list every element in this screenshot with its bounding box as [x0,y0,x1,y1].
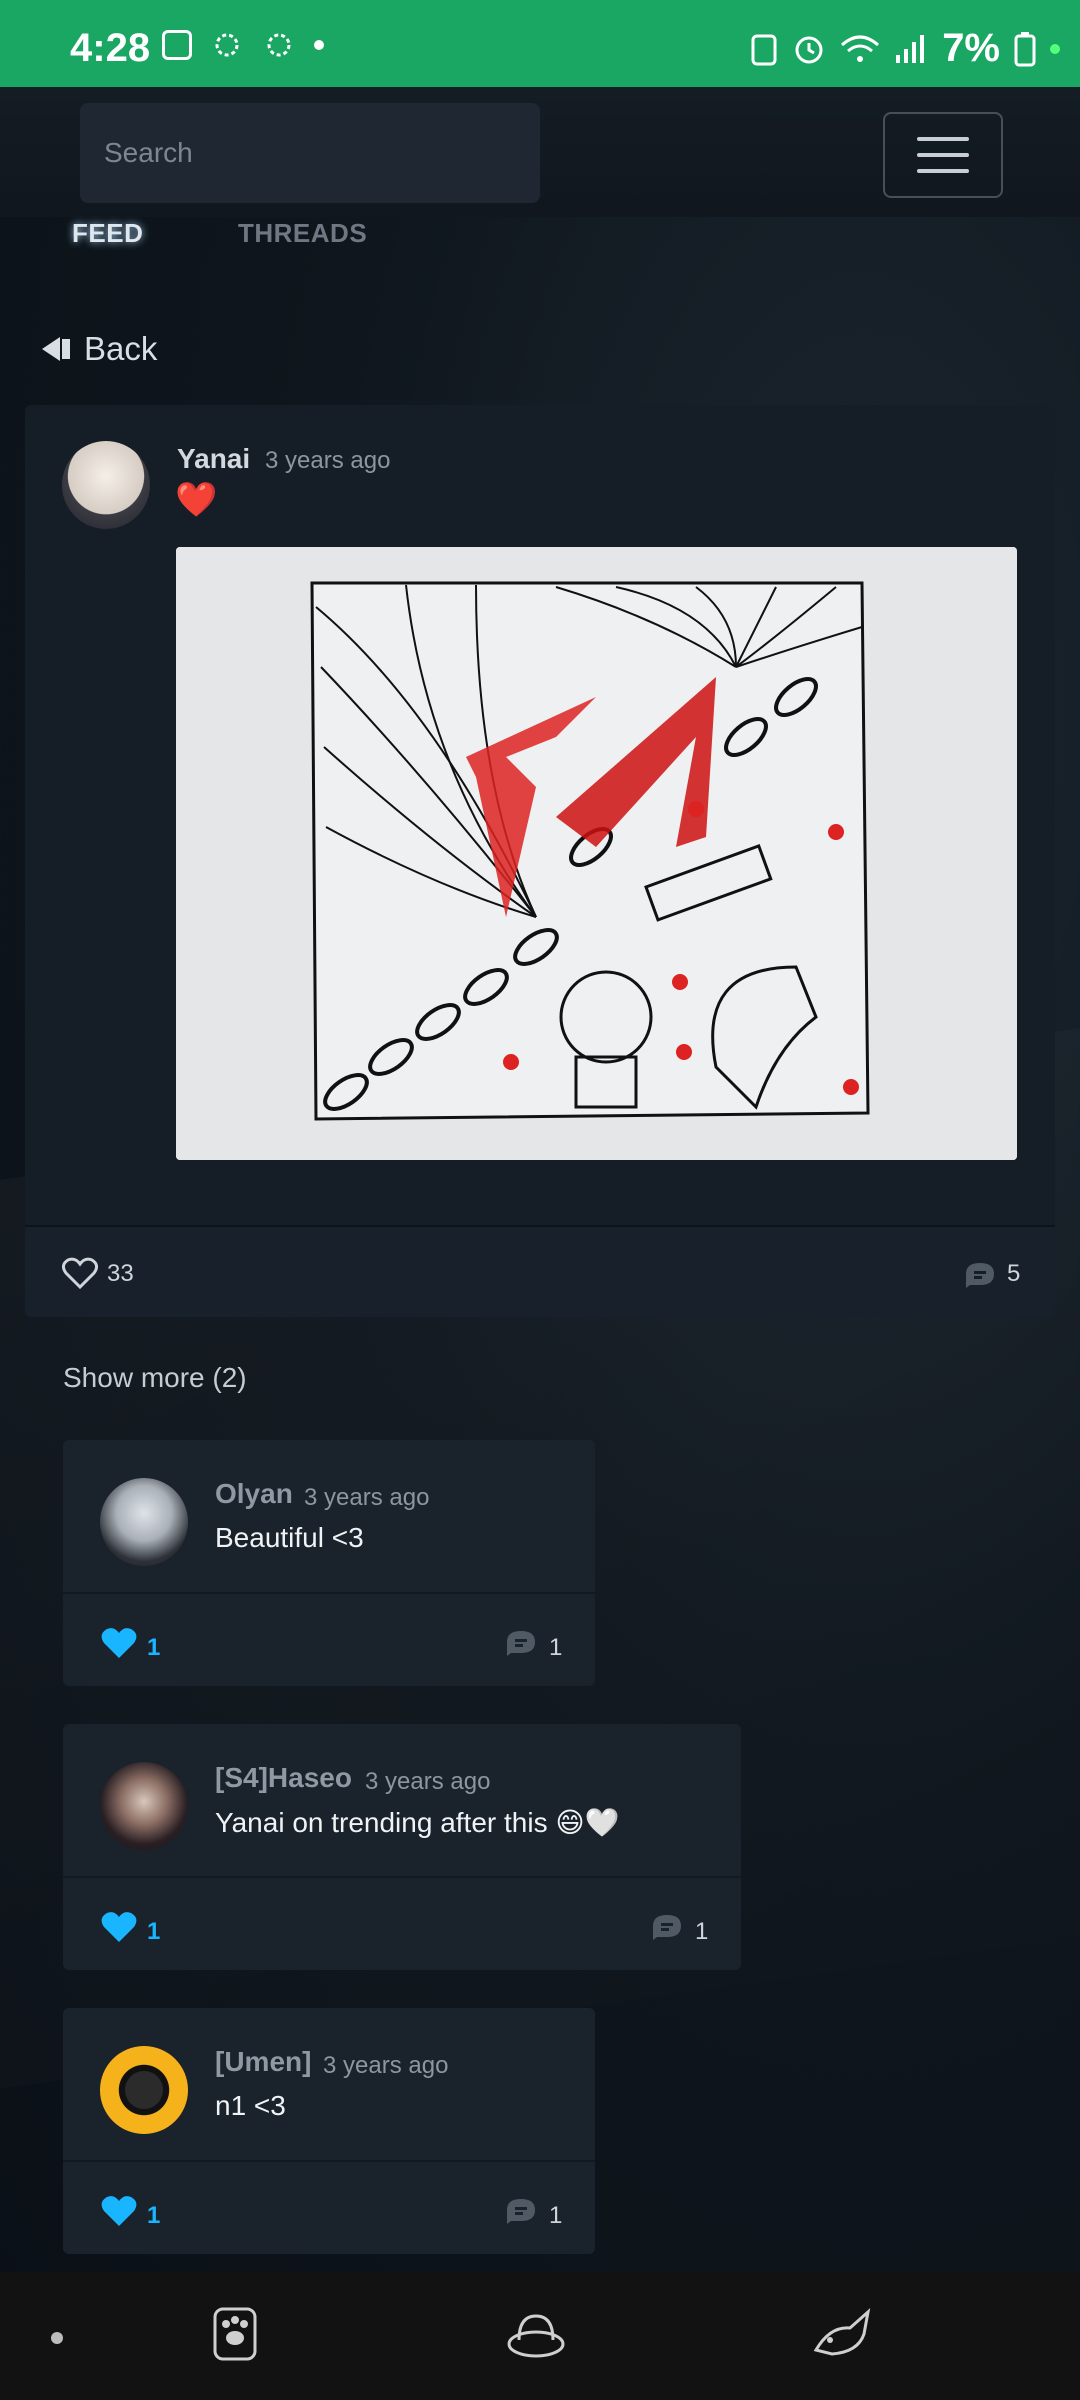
status-time: 4:28 [70,26,151,70]
comment-author[interactable]: [Umen] [215,2046,311,2078]
tab-threads[interactable]: THREADS [238,218,367,249]
back-label: Back [84,330,158,367]
flower-icon [267,33,291,57]
drawing-illustration [176,547,1017,1160]
hamburger-line [917,169,969,173]
like-count: 1 [147,2202,161,2229]
bottom-navigation [0,2272,1080,2400]
comment-icon[interactable] [503,2196,539,2226]
notification-dot [314,40,324,50]
divider [63,2160,595,2162]
avatar[interactable] [100,1762,188,1850]
privacy-indicator [1050,43,1060,54]
comment-card: [Umen] 3 years ago n1 <3 1 1 [63,2008,595,2254]
like-count: 1 [147,1634,161,1661]
comment-time: 3 years ago [323,2052,449,2079]
comment-time: 3 years ago [304,1484,430,1511]
comment-author[interactable]: Olyan [215,1478,293,1510]
comment-author[interactable]: [S4]Haseo [215,1762,352,1794]
avatar[interactable] [100,2046,188,2134]
comment-text: Beautiful <3 [215,1522,364,1553]
divider [63,1592,595,1594]
post-author[interactable]: Yanai [177,443,250,475]
status-bar: 4:28 7% [0,0,1080,87]
hat-icon[interactable] [505,2306,567,2362]
post-time: 3 years ago [265,447,391,474]
flower-icon [215,33,239,57]
avatar[interactable] [62,441,150,529]
hamburger-line [917,153,969,157]
post-image[interactable] [176,547,1017,1160]
battery-percent: 7% [942,26,1000,70]
comment-count: 5 [1007,1260,1021,1287]
back-button[interactable]: Back [42,330,157,368]
comment-time: 3 years ago [365,1768,491,1795]
post-card: Yanai 3 years ago ❤️ 33 5 [25,405,1055,1317]
post-text: ❤️ [175,481,218,519]
menu-button[interactable] [883,112,1003,198]
comment-card: Olyan 3 years ago Beautiful <3 1 1 [63,1440,595,1686]
hamburger-icon [917,137,969,141]
reply-count: 1 [549,1634,563,1661]
search-input[interactable]: Search [80,103,540,203]
show-more-link[interactable]: Show more (2) [63,1362,247,1394]
comment-text: Yanai on trending after this 😄🤍 [215,1807,620,1838]
comment-text: n1 <3 [215,2090,286,2121]
comment-icon[interactable] [503,1628,539,1658]
avatar[interactable] [100,1478,188,1566]
heart-icon[interactable] [100,2194,138,2228]
like-count: 1 [147,1918,161,1945]
reply-count: 1 [695,1918,709,1945]
image-icon [162,30,192,60]
heart-icon[interactable] [100,1910,138,1944]
search-placeholder: Search [104,137,193,168]
tab-bar: FEED THREADS [0,210,1080,260]
reply-count: 1 [549,2202,563,2229]
app-header: Search [0,87,1080,217]
battery-saver-icon [751,34,777,65]
alarm-icon [795,36,823,63]
like-count: 33 [107,1260,134,1287]
comment-card: [S4]Haseo 3 years ago Yanai on trending … [63,1724,741,1970]
back-arrow-icon [42,335,72,363]
comment-icon[interactable] [962,1260,998,1290]
wifi-icon [841,35,880,62]
heart-icon[interactable] [100,1626,138,1660]
paw-icon[interactable] [212,2306,258,2362]
battery-icon [1014,31,1036,66]
tab-feed[interactable]: FEED [72,218,143,249]
heart-icon[interactable] [62,1257,98,1289]
nav-dot [51,2332,63,2344]
comment-icon[interactable] [649,1912,685,1942]
post-actions: 33 5 [25,1227,1055,1317]
signal-icon [896,34,925,63]
divider [63,1876,741,1878]
fox-icon[interactable] [810,2306,876,2362]
